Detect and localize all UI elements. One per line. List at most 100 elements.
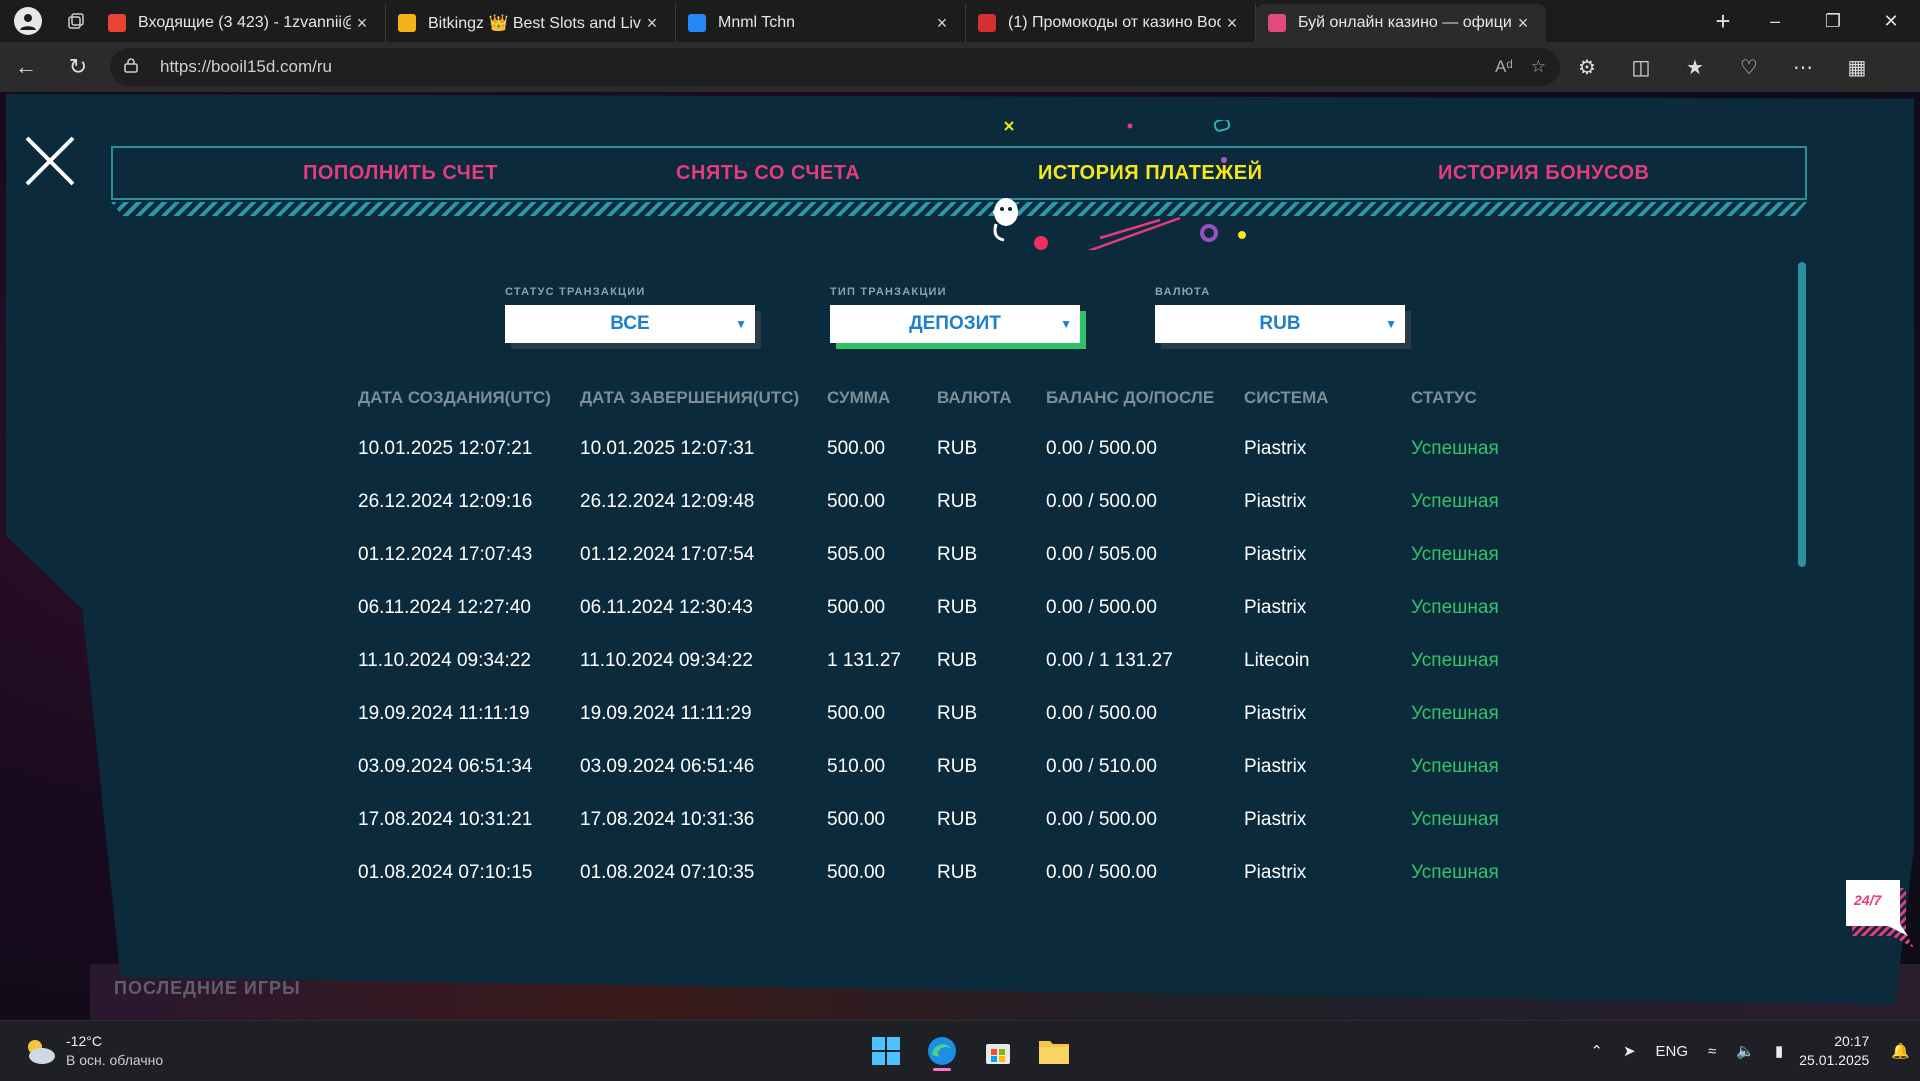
edge-icon xyxy=(928,1037,956,1065)
filter-type-select[interactable]: ДЕПОЗИТ ▼ xyxy=(830,305,1080,343)
tab-title: (1) Промокоды от казино Booi xyxy=(1008,14,1221,31)
table-cell: 500.00 xyxy=(827,597,886,618)
tab-bonus-history[interactable]: ИСТОРИЯ БОНУСОВ xyxy=(1438,162,1650,185)
start-button[interactable] xyxy=(860,1029,912,1073)
volume-icon[interactable]: 🔈 xyxy=(1736,1042,1755,1060)
address-toolbar: ← ↻ https://booil15d.com/ru Aᵈ ☆ ⚙ ◫ ★ ♡… xyxy=(0,42,1920,92)
tab-withdraw[interactable]: СНЯТЬ СО СЧЕТА xyxy=(676,162,860,185)
reload-button[interactable]: ↻ xyxy=(52,42,104,92)
explorer-taskbar-button[interactable] xyxy=(1028,1029,1080,1073)
chevron-down-icon: ▼ xyxy=(1385,317,1397,331)
clock-date: 25.01.2025 xyxy=(1799,1052,1870,1068)
table-cell: Piastrix xyxy=(1244,438,1307,459)
favorite-star-icon[interactable]: ☆ xyxy=(1531,57,1546,77)
clock[interactable]: 20:17 25.01.2025 xyxy=(1799,1032,1869,1070)
lock-icon[interactable] xyxy=(124,57,146,77)
close-tab-icon[interactable]: × xyxy=(351,13,373,34)
table-cell: RUB xyxy=(937,438,978,459)
filter-status-select[interactable]: ВСЕ ▼ xyxy=(505,305,755,343)
new-tab-button[interactable]: + xyxy=(1700,0,1746,42)
favorites-icon[interactable]: ★ xyxy=(1668,42,1722,92)
address-bar[interactable]: https://booil15d.com/ru Aᵈ ☆ xyxy=(110,48,1560,86)
chevron-up-icon[interactable]: ⌃ xyxy=(1590,1042,1603,1060)
split-screen-icon[interactable]: ◫ xyxy=(1614,42,1668,92)
table-cell: Piastrix xyxy=(1244,491,1307,512)
close-tab-icon[interactable]: × xyxy=(931,13,953,34)
table-cell: RUB xyxy=(937,650,978,671)
notification-bell-icon[interactable]: 🔔 xyxy=(1891,1042,1910,1060)
crown-icon xyxy=(398,14,416,32)
language-indicator[interactable]: ENG xyxy=(1656,1043,1689,1060)
store-icon xyxy=(986,1044,1010,1064)
battery-icon[interactable]: ▮ xyxy=(1775,1042,1783,1060)
sidebar-toggle-icon[interactable]: ▦ xyxy=(1830,42,1884,92)
url-text[interactable]: https://booil15d.com/ru xyxy=(160,57,1477,77)
profile-avatar-icon xyxy=(14,7,42,35)
telegram-icon[interactable]: ➤ xyxy=(1623,1042,1636,1060)
table-cell: 500.00 xyxy=(827,438,886,459)
browser-titlebar: Входящие (3 423) - 1zvannii@gm×Bitkingz … xyxy=(0,0,1920,42)
profile-button[interactable] xyxy=(0,0,56,42)
filter-status-label: СТАТУС ТРАНЗАКЦИИ xyxy=(505,286,646,298)
folder-icon xyxy=(1039,1041,1069,1064)
column-header: БАЛАНС ДО/ПОСЛЕ xyxy=(1046,388,1215,407)
booi-icon xyxy=(978,14,996,32)
filter-currency-select[interactable]: RUB ▼ xyxy=(1155,305,1405,343)
support-chat-button[interactable]: 24/7 xyxy=(1844,876,1914,952)
table-cell: 19.09.2024 11:11:19 xyxy=(358,703,530,724)
browser-tab[interactable]: (1) Промокоды от казино Booi × xyxy=(966,4,1256,42)
tab-deposit[interactable]: ПОПОЛНИТЬ СЧЕТ xyxy=(303,162,498,185)
filter-currency-value: RUB xyxy=(1259,313,1301,334)
tab-strip: Входящие (3 423) - 1zvannii@gm×Bitkingz … xyxy=(96,0,1700,42)
recent-games-heading: ПОСЛЕДНИЕ ИГРЫ xyxy=(114,978,301,998)
edge-taskbar-button[interactable] xyxy=(916,1029,968,1073)
table-cell: RUB xyxy=(937,703,978,724)
table-cell: RUB xyxy=(937,809,978,830)
status-cell: Успешная xyxy=(1411,597,1499,618)
weather-temperature: -12°C xyxy=(66,1033,102,1049)
extensions-icon[interactable]: ⚙ xyxy=(1560,42,1614,92)
maximize-button[interactable]: ❐ xyxy=(1804,0,1862,42)
close-tab-icon[interactable]: × xyxy=(641,13,663,34)
close-tab-icon[interactable]: × xyxy=(1221,13,1243,34)
tab-title: Bitkingz 👑 Best Slots and Live ga xyxy=(428,15,641,32)
browser-tab[interactable]: Буй онлайн казино — официаль× xyxy=(1256,4,1546,42)
table-cell: 0.00 / 505.00 xyxy=(1046,544,1157,565)
table-cell: Litecoin xyxy=(1244,650,1310,671)
table-cell: 0.00 / 1 131.27 xyxy=(1046,650,1173,671)
browser-tab[interactable]: Входящие (3 423) - 1zvannii@gm× xyxy=(96,4,386,42)
browser-tab[interactable]: Bitkingz 👑 Best Slots and Live ga× xyxy=(386,4,676,42)
booi-icon xyxy=(1268,14,1286,32)
page-viewport: ПОСЛЕДНИЕ ИГРЫ ПОПОЛНИТЬ СЧЕТ СНЯТЬ СО С… xyxy=(0,92,1920,1020)
window-controls: – ❐ ✕ xyxy=(1746,0,1920,42)
modal-scrollbar[interactable] xyxy=(1798,262,1806,567)
table-cell: 06.11.2024 12:27:40 xyxy=(358,597,531,618)
close-modal-icon[interactable] xyxy=(24,135,76,187)
status-cell: Успешная xyxy=(1411,650,1499,671)
tab-title: Mnml Tchn xyxy=(718,14,796,31)
wifi-icon[interactable]: ≈ xyxy=(1708,1043,1716,1060)
browser-essentials-icon[interactable]: ♡ xyxy=(1722,42,1776,92)
tab-title: Входящие (3 423) - 1zvannii@gm xyxy=(138,14,351,31)
table-cell: 0.00 / 500.00 xyxy=(1046,491,1157,512)
status-cell: Успешная xyxy=(1411,703,1499,724)
store-taskbar-button[interactable] xyxy=(972,1029,1024,1073)
close-window-button[interactable]: ✕ xyxy=(1862,0,1920,42)
browser-tab[interactable]: Mnml Tchn × xyxy=(676,4,966,42)
workspaces-icon[interactable] xyxy=(56,0,96,42)
table-cell: RUB xyxy=(937,756,978,777)
table-cell: 03.09.2024 06:51:46 xyxy=(580,756,755,777)
more-menu-icon[interactable]: ⋯ xyxy=(1776,42,1830,92)
read-aloud-icon[interactable]: Aᵈ xyxy=(1495,57,1513,77)
windows-logo-icon xyxy=(872,1037,900,1065)
table-cell: Piastrix xyxy=(1244,597,1307,618)
column-header: СИСТЕМА xyxy=(1244,388,1329,407)
back-button[interactable]: ← xyxy=(0,42,52,92)
minimize-button[interactable]: – xyxy=(1746,0,1804,42)
column-header: ДАТА ЗАВЕРШЕНИЯ(UTC) xyxy=(580,388,800,407)
table-cell: 500.00 xyxy=(827,491,886,512)
close-tab-icon[interactable]: × xyxy=(1512,13,1534,34)
table-cell: 01.12.2024 17:07:43 xyxy=(358,544,533,565)
table-cell: 0.00 / 500.00 xyxy=(1046,438,1157,459)
weather-widget[interactable]: -12°C В осн. облачно xyxy=(22,1033,163,1068)
